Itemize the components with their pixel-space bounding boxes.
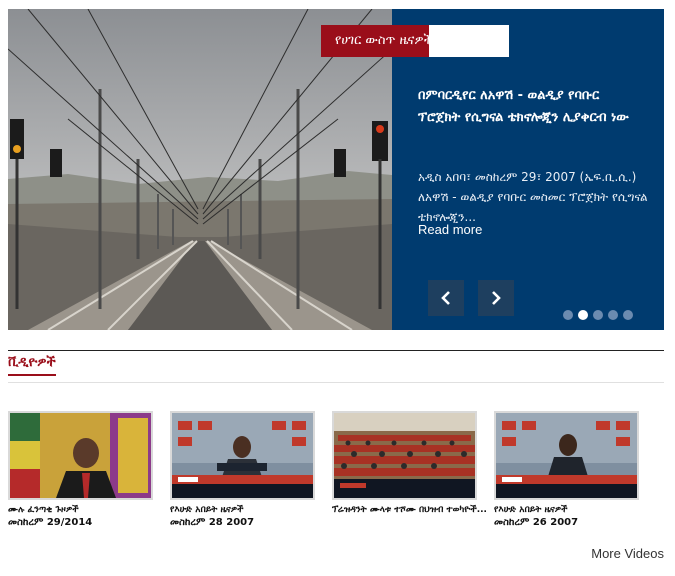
chevron-left-icon <box>441 291 450 305</box>
slider-dot-5[interactable] <box>623 310 633 320</box>
videos-section-title[interactable]: ቪዲዮዎች <box>8 355 56 376</box>
category-tab-spacer <box>429 25 509 57</box>
category-label: የሀገር ውስጥ ዜናዎች <box>321 25 433 57</box>
video-date: መስከረም 29/2014 <box>8 517 93 528</box>
video-date: መስከረም 28 2007 <box>170 517 255 528</box>
video-title[interactable]: ሙሉ ፈንጣቂ ጉዞዎች <box>8 504 153 516</box>
video-title[interactable]: ፕሬዝዳንት ሙላቱ ተሾሙ በህዝብ ተወካዮች... <box>332 504 487 516</box>
slide-image-railway[interactable] <box>8 9 392 330</box>
slide-excerpt: አዲስ አበባ፣ መስከረም 29፣ 2007 (ኤፍ.ቢ.ሲ.) ለአዋሽ -… <box>418 170 648 224</box>
slider-dots <box>563 310 633 320</box>
slider-dot-3[interactable] <box>593 310 603 320</box>
video-thumbnail[interactable] <box>8 411 153 500</box>
video-card[interactable]: የእሁድ አበይት ዜናዎች መስከረም 26 2007 <box>494 411 639 530</box>
chevron-right-icon <box>492 291 501 305</box>
video-card[interactable]: ሙሉ ፈንጣቂ ጉዞዎች መስከረም 29/2014 <box>8 411 153 530</box>
read-more-link[interactable]: Read more <box>418 222 482 237</box>
video-title[interactable]: የእሁድ አበይት ዜናዎች <box>494 504 639 516</box>
more-videos-link[interactable]: More Videos <box>591 546 664 561</box>
slider-dot-4[interactable] <box>608 310 618 320</box>
videos-section-header: ቪዲዮዎች <box>8 350 664 383</box>
slider-dot-1[interactable] <box>563 310 573 320</box>
slider-prev-button[interactable] <box>428 280 464 316</box>
video-thumbnail[interactable] <box>332 411 477 500</box>
video-date: መስከረም 26 2007 <box>494 517 579 528</box>
video-card[interactable]: የእሁድ አበይት ዜናዎች መስከረም 28 2007 <box>170 411 315 530</box>
slide-caption-panel: የሀገር ውስጥ ዜናዎች በምባርዲየር ለአዋሽ - ወልዲያ የባቡር ፕ… <box>321 9 664 330</box>
video-title[interactable]: የእሁድ አበይት ዜናዎች <box>170 504 315 516</box>
news-slider: የሀገር ውስጥ ዜናዎች በምባርዲየር ለአዋሽ - ወልዲያ የባቡር ፕ… <box>8 9 664 330</box>
video-thumbnail[interactable] <box>494 411 639 500</box>
slide-headline[interactable]: በምባርዲየር ለአዋሽ - ወልዲያ የባቡር ፕሮጀክት የሲግናል ቴክኖ… <box>418 85 643 129</box>
video-card[interactable]: ፕሬዝዳንት ሙላቱ ተሾሙ በህዝብ ተወካዮች... <box>332 411 487 516</box>
slider-next-button[interactable] <box>478 280 514 316</box>
slider-dot-2[interactable] <box>578 310 588 320</box>
video-thumbnail[interactable] <box>170 411 315 500</box>
category-tab[interactable]: የሀገር ውስጥ ዜናዎች <box>321 25 509 57</box>
